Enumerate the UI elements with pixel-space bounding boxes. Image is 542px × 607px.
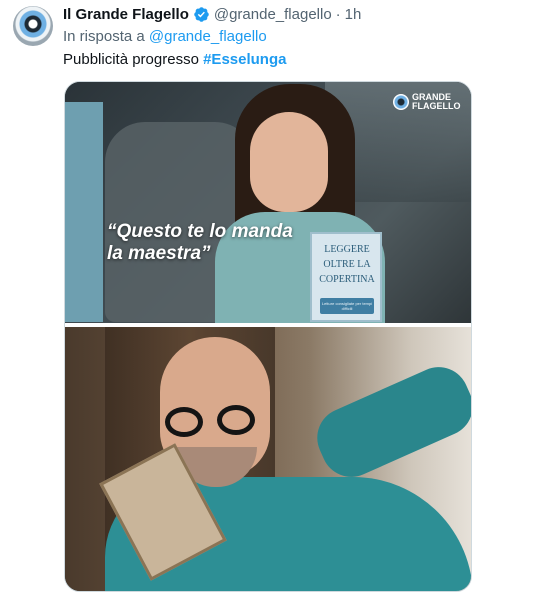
watermark-logo: GRANDE FLAGELLO [393, 93, 461, 111]
book-title: LEGGERE OLTRE LA COPERTINA [316, 242, 378, 287]
media-panel-top: LEGGERE OLTRE LA COPERTINA Letture consi… [65, 82, 471, 323]
book-cover: LEGGERE OLTRE LA COPERTINA Letture consi… [310, 232, 382, 322]
adult-arm [65, 102, 103, 322]
watermark-text: GRANDE FLAGELLO [412, 93, 461, 111]
hashtag-link[interactable]: #Esselunga [203, 51, 286, 68]
tweet-header: Il Grande Flagello @grande_flagello · 1h [63, 4, 532, 24]
avatar[interactable] [13, 6, 53, 46]
girl-face [250, 112, 328, 212]
book-title-line: COPERTINA [319, 274, 375, 285]
glasses-icon [165, 407, 203, 437]
book-band-text: Letture consigliate per tempi difficili [321, 301, 373, 311]
watermark-line: FLAGELLO [412, 101, 461, 111]
tweet-media-image[interactable]: LEGGERE OLTRE LA COPERTINA Letture consi… [64, 81, 472, 592]
caption-quote: “Questo te lo manda la maestra” [107, 221, 297, 265]
tweet-text-prefix: Pubblicità progresso [63, 51, 199, 68]
media-panel-bottom [65, 327, 471, 591]
reply-prefix: In risposta a [63, 28, 145, 45]
book-band: Letture consigliate per tempi difficili [320, 298, 374, 314]
man-arm [307, 357, 471, 487]
timestamp[interactable]: 1h [345, 6, 362, 23]
reply-mention-link[interactable]: @grande_flagello [149, 28, 267, 45]
book-title-line: LEGGERE [324, 244, 370, 255]
tweet-text: Pubblicità progresso #Esselunga [63, 51, 286, 68]
caption-quote-line: la maestra” [107, 243, 211, 264]
book-title-line: OLTRE LA [323, 259, 371, 270]
user-handle[interactable]: @grande_flagello [214, 6, 332, 23]
eye-logo-icon [393, 94, 409, 110]
caption-quote-line: “Questo te lo manda [107, 221, 293, 242]
reply-context: In risposta a @grande_flagello [63, 28, 267, 45]
display-name[interactable]: Il Grande Flagello [63, 6, 189, 23]
separator-dot: · [335, 5, 341, 23]
glasses-icon [217, 405, 255, 435]
verified-badge-icon [194, 6, 209, 22]
